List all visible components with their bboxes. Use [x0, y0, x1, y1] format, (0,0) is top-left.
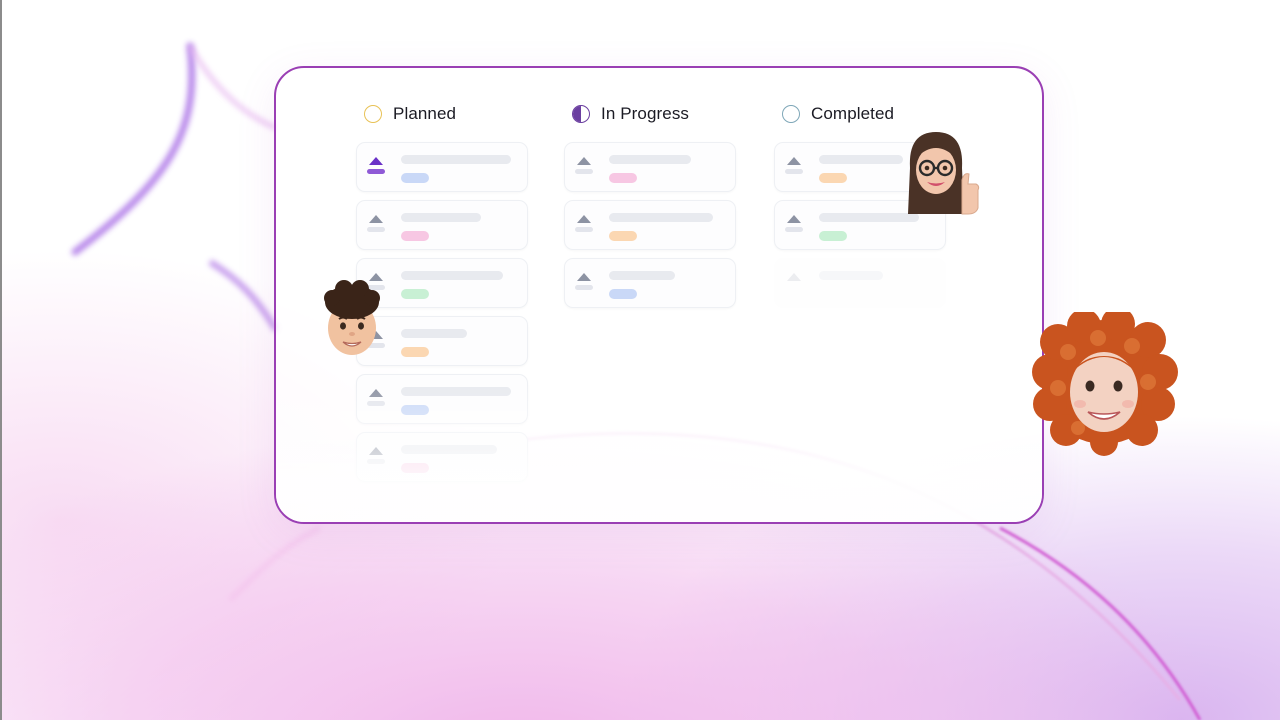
task-tag	[819, 231, 847, 241]
task-tag	[401, 463, 429, 473]
column-header-completed[interactable]: Completed	[782, 102, 950, 126]
priority-triangle-icon	[577, 157, 591, 165]
priority-triangle-icon	[369, 157, 383, 165]
task-card[interactable]	[356, 432, 528, 482]
priority-bar	[575, 169, 593, 174]
task-tag	[401, 405, 429, 415]
avatar-woman-glasses-thumbs-up	[908, 132, 980, 215]
task-tag	[609, 231, 637, 241]
column-title: In Progress	[601, 104, 690, 123]
task-tag	[401, 289, 429, 299]
priority-bar	[575, 285, 593, 290]
task-card[interactable]	[564, 142, 736, 192]
priority-bar	[367, 401, 385, 406]
task-title-placeholder	[609, 271, 675, 280]
priority-triangle-icon	[369, 389, 383, 397]
priority-bar	[785, 227, 803, 232]
task-title-placeholder	[401, 213, 481, 222]
priority-triangle-icon	[787, 157, 801, 165]
task-title-placeholder	[609, 155, 691, 164]
priority-triangle-icon	[369, 447, 383, 455]
task-tag	[819, 173, 847, 183]
priority-bar	[367, 169, 385, 174]
task-tag	[401, 231, 429, 241]
priority-bar	[367, 459, 385, 464]
task-tag	[401, 173, 429, 183]
task-title-placeholder	[401, 329, 467, 338]
priority-triangle-icon	[787, 215, 801, 223]
column-header-in-progress[interactable]: In Progress	[572, 102, 740, 126]
avatar-curly-red-hair	[1032, 312, 1178, 456]
priority-bar	[785, 169, 803, 174]
task-title-placeholder	[819, 271, 883, 280]
task-title-placeholder	[401, 271, 503, 280]
priority-bar	[367, 227, 385, 232]
priority-triangle-icon	[787, 273, 801, 281]
avatar-curly-haired-man	[324, 280, 380, 355]
task-card[interactable]	[356, 200, 528, 250]
task-title-placeholder	[401, 445, 497, 454]
column-title: Completed	[811, 104, 895, 123]
task-title-placeholder	[401, 387, 511, 396]
status-circle-icon	[782, 105, 800, 123]
task-title-placeholder	[401, 155, 511, 164]
task-card[interactable]	[356, 142, 528, 192]
column-title: Planned	[393, 104, 457, 123]
task-tag	[609, 173, 637, 183]
priority-bar	[575, 227, 593, 232]
task-card[interactable]	[564, 200, 736, 250]
task-title-placeholder	[609, 213, 713, 222]
half-circle-progress-icon	[572, 105, 590, 123]
priority-triangle-icon	[369, 215, 383, 223]
column-planned: Planned	[356, 102, 532, 490]
priority-triangle-icon	[577, 273, 591, 281]
column-in-progress: In Progress	[564, 102, 740, 316]
task-card-ghost	[774, 258, 946, 308]
priority-triangle-icon	[577, 215, 591, 223]
task-card[interactable]	[564, 258, 736, 308]
task-title-placeholder	[819, 155, 903, 164]
task-tag	[401, 347, 429, 357]
status-circle-icon	[364, 105, 382, 123]
column-header-planned[interactable]: Planned	[364, 102, 532, 126]
task-tag	[609, 289, 637, 299]
task-card[interactable]	[356, 374, 528, 424]
